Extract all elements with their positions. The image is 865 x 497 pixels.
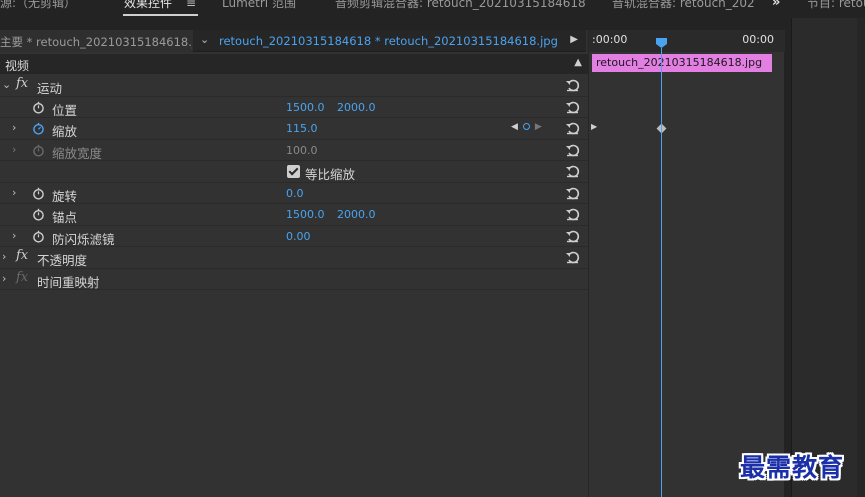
ruler-start-time: :00:00 [592,33,628,46]
clip-selector-row: 主要 * retouch_20210315184618.jpg ⌄ retouc… [0,30,588,52]
reset-scale-width-icon[interactable] [565,143,580,157]
anchor-x-value[interactable]: 1500.0 [286,208,325,221]
fx-icon[interactable]: fx [16,248,28,263]
expand-rotation-icon[interactable]: › [12,186,16,199]
property-row-scale-width: › 缩放宽度 100.0 [0,139,588,161]
position-y-value[interactable]: 2000.0 [337,101,376,114]
program-monitor-panel [791,18,865,497]
effect-row-motion: ⌄ fx 运动 [0,75,588,97]
tab-source[interactable]: 源:（无剪辑） [0,0,76,11]
anchor-y-value[interactable]: 2000.0 [337,208,376,221]
property-row-anti-flicker: › 防闪烁滤镜 0.00 [0,225,588,247]
expand-opacity-icon[interactable]: › [2,250,6,263]
expand-time-remapping-icon[interactable]: › [2,272,6,285]
reset-scale-icon[interactable] [565,121,580,135]
play-arrow-icon[interactable]: ▶ [570,34,578,45]
uniform-scale-checkbox[interactable] [287,165,300,178]
expand-anti-flicker-icon[interactable]: › [12,229,16,242]
tab-menu-icon[interactable]: ≡ [186,0,196,10]
scale-width-value: 100.0 [286,143,318,157]
ruler-end-time: 00:00 [742,33,774,46]
motion-label: 运动 [37,81,63,96]
timeline-clip-label: retouch_20210315184618.jpg [596,56,763,69]
video-section-header: 视频 ▲ [0,54,588,74]
watermark-text: 最需教育 [740,453,845,482]
prev-keyframe-icon[interactable]: ◀ [511,122,518,132]
stopwatch-icon[interactable] [32,101,45,114]
position-x-value[interactable]: 1500.0 [286,101,325,114]
keyframe-offscreen-arrow-icon: ▶ [591,122,598,131]
reset-motion-icon[interactable] [565,78,580,92]
sequence-clip-label: retouch_20210315184618 * retouch_2021031… [219,34,558,48]
active-tab-indicator [123,14,198,16]
stopwatch-icon[interactable] [32,230,45,243]
tab-audio-track-mixer[interactable]: 音轨混合器: retouch_202 [612,0,755,11]
stopwatch-disabled-icon [33,144,44,157]
stopwatch-active-icon[interactable] [32,122,45,135]
tab-audio-clip-mixer[interactable]: 音频剪辑混合器: retouch_20210315184618 [335,0,586,11]
rotation-label: 旋转 [52,188,78,204]
collapse-up-icon[interactable]: ▲ [574,57,582,68]
anchor-label: 锚点 [52,210,78,225]
property-row-rotation: › 旋转 0.0 [0,182,588,204]
effect-controls-timeline[interactable]: :00:00 00:00 retouch_20210315184618.jpg … [588,30,785,497]
property-row-position: 位置 1500.0 2000.0 [0,96,588,118]
time-ruler[interactable]: :00:00 00:00 [589,30,785,52]
reset-position-icon[interactable] [565,100,580,114]
effect-property-list: ⌄ fx 运动 位置 1500.0 2000.0 › 缩放 115.0 ◀ ▶ ›… [0,75,588,290]
reset-opacity-icon[interactable] [565,250,580,264]
reset-rotation-icon[interactable] [565,186,580,200]
stopwatch-icon[interactable] [32,208,45,221]
time-remapping-label: 时间重映射 [37,274,100,290]
next-keyframe-icon[interactable]: ▶ [535,122,542,132]
reset-anchor-icon[interactable] [565,207,580,221]
expand-scale-width-icon[interactable]: › [12,143,16,156]
fx-icon[interactable]: fx [16,76,28,91]
property-row-uniform-scale: 等比缩放 [0,161,588,183]
tab-program-monitor[interactable]: 节目: retouc [807,0,865,11]
effect-row-time-remapping: › fx 时间重映射 [0,268,588,290]
keyframe-navigator: ◀ ▶ [511,122,542,132]
playhead-line[interactable] [661,48,662,497]
rotation-value[interactable]: 0.0 [286,187,304,200]
stopwatch-icon[interactable] [32,187,45,200]
position-label: 位置 [52,102,78,118]
tab-lumetri-scopes[interactable]: Lumetri 范围 [222,0,296,11]
chevron-down-icon[interactable]: ⌄ [200,33,209,46]
sequence-clip-dropdown[interactable]: ⌄ retouch_20210315184618 * retouch_20210… [193,30,586,52]
expand-scale-icon[interactable]: › [12,121,16,134]
scale-width-label: 缩放宽度 [52,145,103,161]
reset-anti-flicker-icon[interactable] [565,229,580,243]
fx-disabled-icon: fx [16,269,29,285]
timeline-clip[interactable]: retouch_20210315184618.jpg [592,54,772,72]
add-keyframe-icon[interactable] [522,123,530,130]
effect-row-opacity: › fx 不透明度 [0,247,588,269]
program-scrollbar[interactable] [857,18,865,497]
scale-label: 缩放 [52,124,78,139]
expand-motion-icon[interactable]: ⌄ [2,78,11,91]
anti-flicker-label: 防闪烁滤镜 [52,231,115,247]
anti-flicker-value[interactable]: 0.00 [286,230,311,243]
opacity-label: 不透明度 [37,253,88,268]
scale-value[interactable]: 115.0 [286,122,318,135]
uniform-scale-label: 等比缩放 [305,167,356,182]
more-tabs-icon[interactable]: » [772,0,780,10]
panel-tab-bar: 源:（无剪辑） 效果控件 ≡ Lumetri 范围 音频剪辑混合器: retou… [0,0,865,18]
reset-uniform-scale-icon[interactable] [565,164,580,178]
property-row-anchor-point: 锚点 1500.0 2000.0 [0,204,588,226]
master-clip-label[interactable]: 主要 * retouch_20210315184618.jpg [0,34,192,50]
property-row-scale: › 缩放 115.0 ◀ ▶ [0,118,588,140]
video-header-label: 视频 [5,59,30,73]
tab-effect-controls[interactable]: 效果控件 [124,0,172,11]
